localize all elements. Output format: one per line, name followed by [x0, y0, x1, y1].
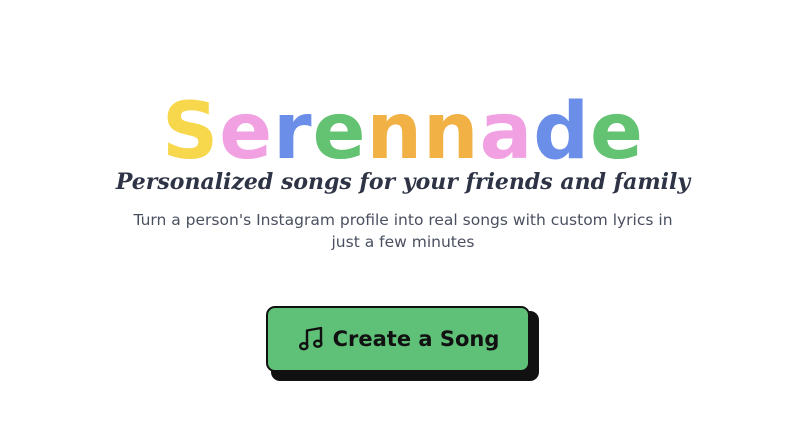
description: Turn a person's Instagram profile into r…	[133, 211, 673, 251]
music-note-icon	[298, 326, 323, 351]
create-song-label: Create a Song	[332, 327, 500, 351]
create-song-button[interactable]: Create a Song	[266, 306, 530, 372]
tagline: Personalized songs for your friends and …	[115, 169, 691, 195]
